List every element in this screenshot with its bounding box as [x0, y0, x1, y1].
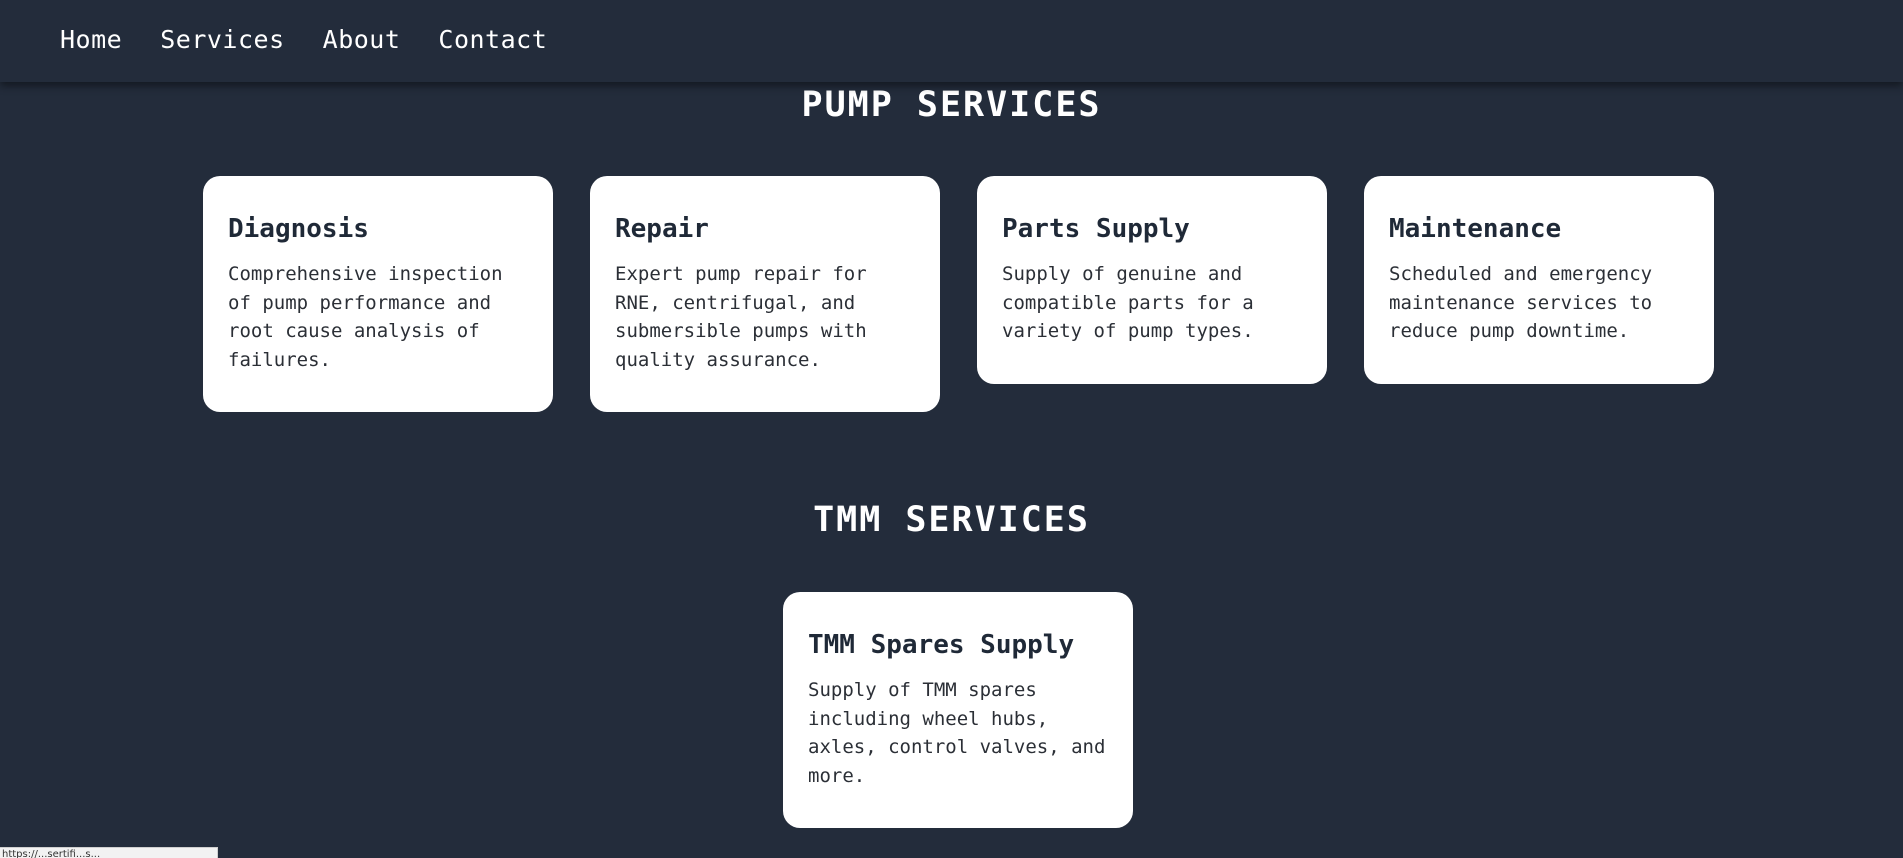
- top-navigation-bar: Home Services About Contact: [0, 0, 1903, 82]
- nav-link-contact[interactable]: Contact: [438, 25, 547, 54]
- card-title: TMM Spares Supply: [808, 630, 1075, 660]
- card-title: Diagnosis: [228, 214, 369, 244]
- card-description: Supply of TMM spares including wheel hub…: [808, 679, 1106, 787]
- service-card-tmm-spares-supply: TMM Spares Supply Supply of TMM spares i…: [783, 592, 1133, 828]
- status-bar-url: https://...sertifi...s...: [0, 847, 218, 858]
- service-card-maintenance: Maintenance Scheduled and emergency main…: [1364, 176, 1714, 384]
- nav-link-about[interactable]: About: [323, 25, 401, 54]
- service-card-parts-supply: Parts Supply Supply of genuine and compa…: [977, 176, 1327, 384]
- pump-services-heading: PUMP SERVICES: [801, 85, 1102, 125]
- tmm-services-heading: TMM SERVICES: [813, 500, 1090, 540]
- nav-menu: Home Services About Contact: [0, 0, 1903, 78]
- nav-link-services[interactable]: Services: [160, 25, 284, 54]
- service-card-diagnosis: Diagnosis Comprehensive inspection of pu…: [203, 176, 553, 412]
- card-title: Maintenance: [1389, 214, 1562, 244]
- card-description: Comprehensive inspection of pump perform…: [228, 263, 503, 371]
- card-description: Scheduled and emergency maintenance serv…: [1389, 263, 1653, 342]
- card-title: Repair: [615, 214, 709, 244]
- card-title: Parts Supply: [1002, 214, 1190, 244]
- card-description: Supply of genuine and compatible parts f…: [1002, 263, 1254, 342]
- nav-link-home[interactable]: Home: [60, 25, 122, 54]
- card-description: Expert pump repair for RNE, centrifugal,…: [615, 263, 867, 371]
- service-card-repair: Repair Expert pump repair for RNE, centr…: [590, 176, 940, 412]
